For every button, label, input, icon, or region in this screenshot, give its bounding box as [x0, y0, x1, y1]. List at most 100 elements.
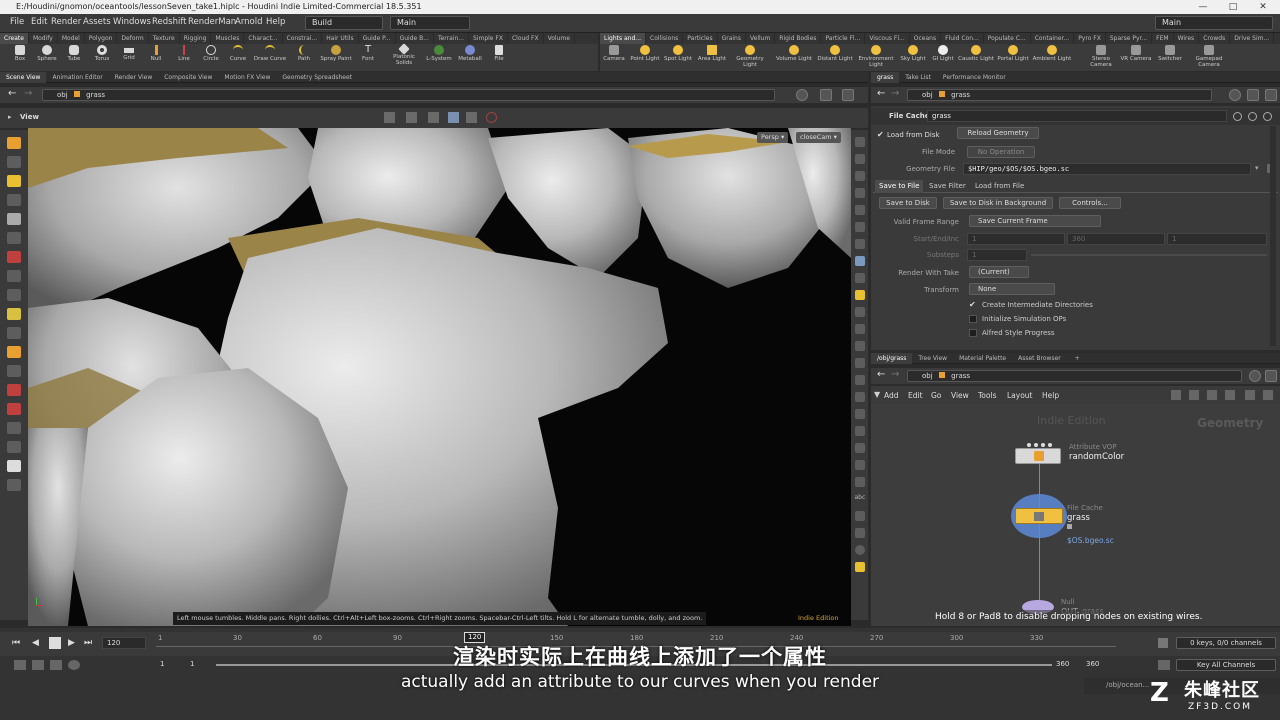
tab-performance-monitor[interactable]: Performance Monitor [937, 72, 1012, 83]
abc-icon[interactable]: abc [855, 494, 866, 504]
network-menu-add[interactable]: Add [884, 391, 899, 400]
metaball-tool[interactable]: Metaball [456, 44, 484, 71]
snap-prim-icon[interactable] [7, 365, 21, 377]
sphere-tool[interactable]: Sphere [33, 44, 61, 71]
rotate-tool-icon[interactable] [7, 175, 21, 187]
shelf-tab[interactable]: Wires [1174, 33, 1200, 44]
switcher-tool[interactable]: Switcher [1154, 44, 1186, 71]
vector-icon[interactable] [854, 375, 865, 385]
ruler-icon[interactable] [854, 426, 865, 436]
controls-button[interactable]: Controls... [1059, 197, 1121, 209]
network-menu-layout[interactable]: Layout [1007, 391, 1033, 400]
desktop-select[interactable]: Build [305, 16, 383, 30]
geometry-file-field[interactable]: $HIP/geo/$OS/$OS.bgeo.sc [963, 163, 1251, 175]
gamepad-camera-tool[interactable]: Gamepad Camera [1192, 44, 1226, 71]
l-system-tool[interactable]: L-System [425, 44, 453, 71]
maximize-pane-icon[interactable] [842, 89, 854, 101]
lock-icon[interactable] [7, 213, 21, 225]
portal-light-tool[interactable]: Portal Light [996, 44, 1030, 71]
circle-tool[interactable]: Circle [197, 44, 225, 71]
menu-redshift[interactable]: Redshift [152, 17, 187, 27]
record-icon[interactable] [486, 112, 497, 123]
tab-motion-fx-view[interactable]: Motion FX View [218, 72, 276, 83]
alfred-progress-check[interactable] [969, 329, 977, 337]
shelf-tab[interactable]: Cloud FX [508, 33, 544, 44]
background-icon[interactable] [854, 528, 865, 538]
guide-icon[interactable] [854, 358, 865, 368]
input-connector[interactable] [1034, 443, 1038, 447]
move-tool-icon[interactable] [7, 156, 21, 168]
shelf-tab[interactable]: Model [58, 33, 85, 44]
inc-field[interactable]: 1 [1167, 233, 1267, 245]
menu-edit[interactable]: Edit [31, 17, 47, 27]
environment-light-tool[interactable]: Environment Light [856, 44, 896, 71]
vr-camera-tool[interactable]: VR Camera [1120, 44, 1152, 71]
camera-tool[interactable]: Camera [600, 44, 628, 71]
tab-geometry-spreadsheet[interactable]: Geometry Spreadsheet [276, 72, 358, 83]
substeps-field[interactable]: 1 [967, 249, 1027, 261]
layout-icon[interactable] [820, 89, 832, 101]
node-name-field[interactable]: grass [927, 110, 1227, 122]
file-tool[interactable]: File [485, 44, 513, 71]
ghost-icon[interactable] [448, 112, 459, 123]
network-menu-view[interactable]: View [951, 391, 969, 400]
shelf-tab[interactable]: Constrai... [283, 33, 323, 44]
shelf-tab[interactable]: Rigid Bodies [775, 33, 822, 44]
params-scrollbar[interactable] [1270, 126, 1276, 346]
network-info-icon[interactable] [1263, 390, 1273, 400]
shelf-tab[interactable]: Create [0, 33, 29, 44]
back-arrow-icon[interactable]: ← [877, 369, 885, 380]
save-to-disk-button[interactable]: Save to Disk [879, 197, 937, 209]
create-directories-check[interactable]: ✔ [969, 301, 977, 309]
tab-scene-view[interactable]: Scene View [0, 72, 47, 83]
network-grid-icon[interactable] [1225, 390, 1235, 400]
sky-light-tool[interactable]: Sky Light [898, 44, 928, 71]
menu-render[interactable]: Render [51, 17, 81, 27]
scene-viewport[interactable]: Persp ▾ closeCam ▾ Left mouse tumbles. M… [28, 128, 851, 626]
tube-tool[interactable]: Tube [60, 44, 88, 71]
box-tool[interactable]: Box [6, 44, 34, 71]
shelf-tab[interactable]: Crowds [1199, 33, 1231, 44]
shelf-tab[interactable]: Charact... [244, 33, 283, 44]
tab-grass[interactable]: grass [871, 72, 900, 83]
menu-file[interactable]: File [10, 17, 24, 27]
tab-animation-editor[interactable]: Animation Editor [46, 72, 108, 83]
lighting-icon[interactable] [854, 188, 865, 198]
forward-arrow-icon[interactable]: → [24, 88, 32, 99]
frame-icon[interactable] [854, 477, 865, 487]
pose-tool-icon[interactable] [7, 232, 21, 244]
shelf-tab[interactable]: FEM [1152, 33, 1174, 44]
menu-renderman[interactable]: RenderMan [188, 17, 236, 27]
randomcolor-node[interactable] [1015, 448, 1061, 464]
menu-assets[interactable]: Assets [83, 17, 111, 27]
volume-light-tool[interactable]: Volume Light [774, 44, 814, 71]
home-icon[interactable] [854, 273, 865, 283]
display-icon[interactable] [7, 441, 21, 453]
geometry-light-tool[interactable]: Geometry Light [732, 44, 768, 71]
persp-menu[interactable]: Persp ▾ [757, 132, 789, 143]
tab-render-view[interactable]: Render View [109, 72, 159, 83]
crosshair-icon[interactable] [854, 443, 865, 453]
pointer-icon[interactable] [7, 194, 21, 206]
point-numbers-icon[interactable] [854, 307, 865, 317]
network-list-icon[interactable] [1245, 390, 1255, 400]
input-connector[interactable] [1027, 443, 1031, 447]
forward-arrow-icon[interactable]: → [891, 369, 899, 380]
minimize-icon[interactable]: — [1188, 0, 1218, 14]
main-select[interactable]: Main [390, 16, 470, 30]
platonic-solids-tool[interactable]: Platonic Solids [388, 43, 420, 71]
network-layout-icon[interactable] [1189, 390, 1199, 400]
network-snap-icon[interactable] [1207, 390, 1217, 400]
snap-icon[interactable] [428, 112, 439, 123]
back-arrow-icon[interactable]: ← [877, 88, 885, 99]
forward-arrow-icon[interactable]: → [891, 88, 899, 99]
light-bulb-icon[interactable] [854, 290, 865, 300]
distant-light-tool[interactable]: Distant Light [816, 44, 854, 71]
substeps-slider[interactable] [1031, 254, 1267, 256]
shelf-tab[interactable]: Volume [544, 33, 575, 44]
shelf-tab[interactable]: Guide B... [396, 33, 434, 44]
network-menu-help[interactable]: Help [1042, 391, 1059, 400]
font-tool[interactable]: T Font [354, 44, 382, 71]
brush-tool-icon[interactable] [7, 308, 21, 320]
transform-select[interactable]: None [969, 283, 1055, 295]
